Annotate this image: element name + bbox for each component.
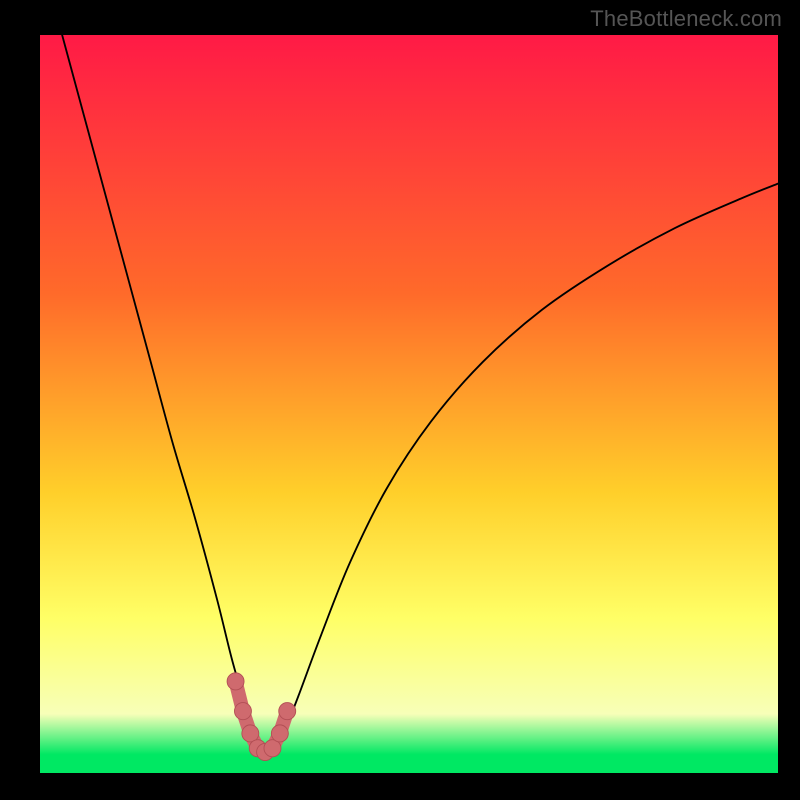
highlight-dot bbox=[234, 703, 251, 720]
bottleneck-curve bbox=[62, 35, 778, 757]
highlight-dot bbox=[271, 725, 288, 742]
highlight-dot bbox=[264, 740, 281, 757]
chart-stage: TheBottleneck.com bbox=[0, 0, 800, 800]
highlight-dot bbox=[227, 673, 244, 690]
watermark-text: TheBottleneck.com bbox=[590, 6, 782, 32]
highlight-dot bbox=[242, 725, 259, 742]
plot-area bbox=[40, 35, 778, 778]
highlight-dot bbox=[279, 703, 296, 720]
curve-layer bbox=[40, 35, 778, 778]
highlight-markers bbox=[227, 673, 296, 761]
